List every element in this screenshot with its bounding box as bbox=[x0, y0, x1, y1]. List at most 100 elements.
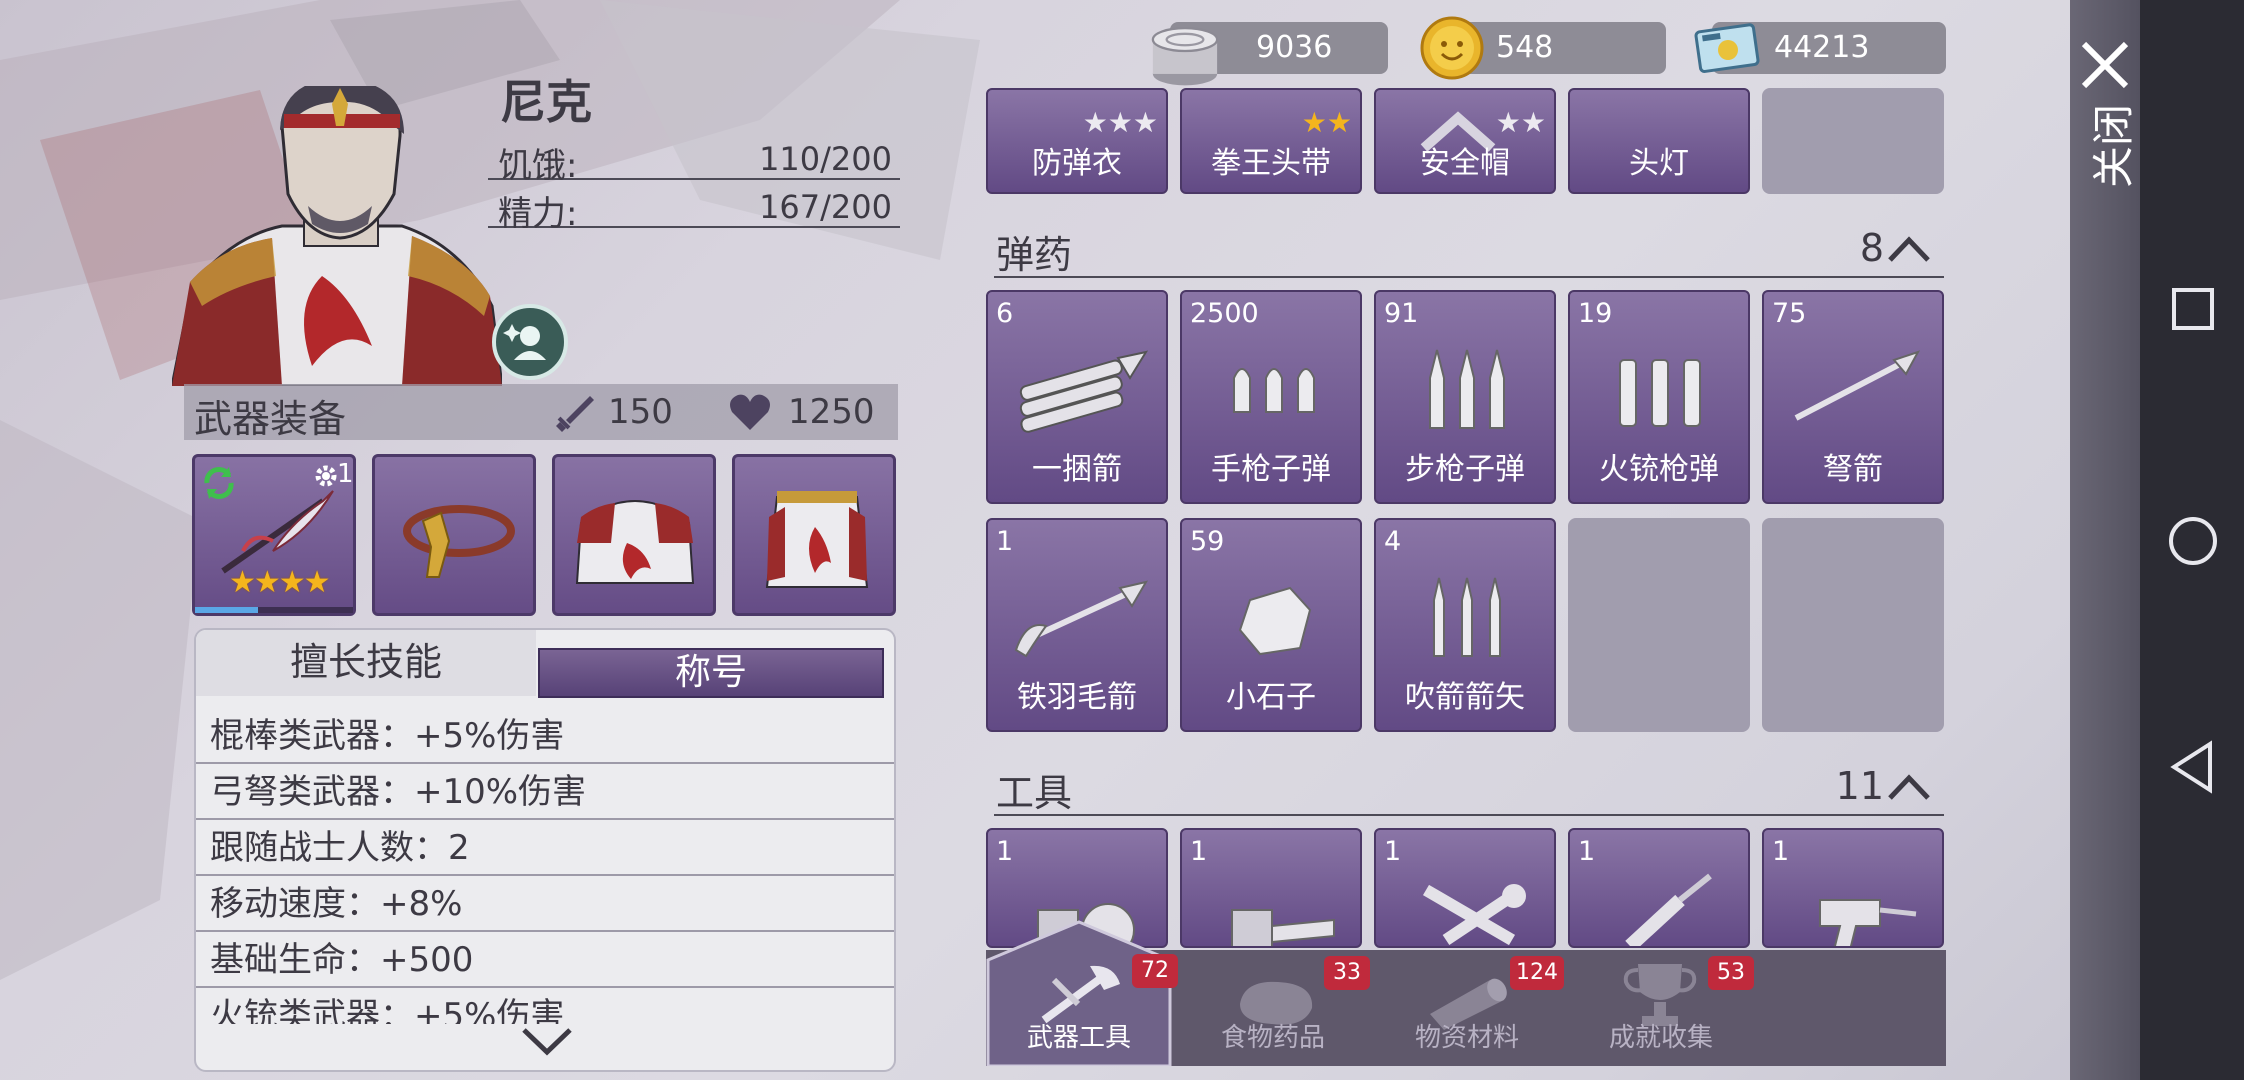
heart-icon bbox=[730, 394, 770, 430]
skill-row: 移动速度：+8% bbox=[196, 878, 894, 932]
item-stars: ★★★ bbox=[1082, 106, 1158, 139]
inventory-item[interactable]: ★★ 安全帽 bbox=[1374, 88, 1556, 194]
empty-slot bbox=[1762, 518, 1944, 732]
tab-achievements[interactable]: 53 成就收集 bbox=[1568, 920, 1754, 1066]
skill-row: 跟随战士人数：2 bbox=[196, 822, 894, 876]
inventory-item[interactable]: 1 铁羽毛箭 bbox=[986, 518, 1168, 732]
chevron-up-icon[interactable] bbox=[1886, 234, 1932, 264]
item-label: 铁羽毛箭 bbox=[1017, 680, 1137, 715]
skill-row: 弓弩类武器：+10%伤害 bbox=[196, 766, 894, 820]
tab-badge: 124 bbox=[1510, 956, 1564, 990]
item-stars: ★★ bbox=[1495, 106, 1546, 139]
weapon-stars: ★★★★ bbox=[229, 565, 331, 600]
tools-title: 工具 bbox=[996, 771, 1073, 815]
health-value: 1250 bbox=[788, 392, 875, 432]
armor-slot[interactable] bbox=[552, 454, 716, 616]
item-label: 火铳枪弹 bbox=[1599, 452, 1719, 487]
horse-amulet-slot[interactable] bbox=[372, 454, 536, 616]
chevron-down-icon[interactable] bbox=[520, 1024, 574, 1060]
close-panel[interactable]: 关闭 bbox=[2070, 0, 2140, 1080]
recent-apps-icon[interactable] bbox=[2170, 286, 2216, 332]
drill-icon bbox=[1819, 899, 1917, 946]
ticket-value: 44213 bbox=[1774, 30, 1870, 65]
inventory-item[interactable]: 75 弩箭 bbox=[1762, 290, 1944, 504]
pebble-icon bbox=[1238, 586, 1312, 656]
energy-stat: 精力: 167/200 bbox=[488, 184, 900, 234]
inventory-item[interactable]: 91 步枪子弹 bbox=[1374, 290, 1556, 504]
empty-slot bbox=[1568, 518, 1750, 732]
inventory-item[interactable]: 2500 手枪子弹 bbox=[1180, 290, 1362, 504]
item-label: 拳王头带 bbox=[1211, 146, 1331, 181]
crossbow-bolt-icon bbox=[1794, 350, 1921, 421]
skill-row: 棍棒类武器：+5%伤害 bbox=[196, 710, 894, 764]
weapon-durability-bar bbox=[195, 607, 353, 613]
skill-row: 基础生命：+500 bbox=[196, 934, 894, 988]
item-label: 一捆箭 bbox=[1032, 452, 1122, 487]
silver-value: 9036 bbox=[1256, 30, 1333, 65]
character-portrait bbox=[172, 86, 502, 386]
item-count: 6 bbox=[996, 298, 1014, 329]
attack-value: 150 bbox=[608, 392, 673, 432]
tab-skills[interactable]: 擅长技能 bbox=[196, 630, 536, 696]
inventory-item[interactable]: 19 火铳枪弹 bbox=[1568, 290, 1750, 504]
chevron-up-icon[interactable] bbox=[1886, 772, 1932, 802]
tab-label: 食物药品 bbox=[1220, 1023, 1325, 1053]
tools-section-header[interactable]: 工具 11 bbox=[994, 754, 1944, 816]
item-label: 步枪子弹 bbox=[1405, 452, 1525, 487]
item-label: 头灯 bbox=[1629, 146, 1689, 181]
musket-ball-icon bbox=[1619, 359, 1701, 427]
gold-value: 548 bbox=[1496, 30, 1554, 65]
weapon-slot[interactable]: 1 ★★★★ bbox=[192, 454, 356, 616]
item-label: 弩箭 bbox=[1823, 452, 1883, 487]
item-label: 安全帽 bbox=[1420, 146, 1510, 181]
tab-title[interactable]: 称号 bbox=[538, 648, 884, 698]
back-icon[interactable] bbox=[2168, 740, 2218, 794]
equipment-header: 武器装备 150 1250 bbox=[184, 384, 898, 441]
tab-badge: 72 bbox=[1132, 954, 1178, 988]
iron-feather-arrow-icon bbox=[1014, 580, 1149, 658]
sword-icon bbox=[556, 396, 594, 432]
inventory-item[interactable]: 头灯 bbox=[1568, 88, 1750, 194]
close-icon[interactable] bbox=[2078, 38, 2132, 92]
item-label: 防弹衣 bbox=[1032, 146, 1122, 181]
inventory-item[interactable]: 4 吹箭箭矢 bbox=[1374, 518, 1556, 732]
item-label: 小石子 bbox=[1226, 680, 1316, 715]
inventory-item[interactable]: ★★ 拳王头带 bbox=[1180, 88, 1362, 194]
rifle-bullet-icon bbox=[1429, 349, 1505, 429]
hunger-value: 110/200 bbox=[759, 140, 892, 178]
item-stars: ★★ bbox=[1301, 106, 1352, 139]
hunger-stat: 饥饿: 110/200 bbox=[488, 136, 900, 186]
home-icon[interactable] bbox=[2166, 514, 2220, 568]
pistol-bullet-icon bbox=[1233, 368, 1315, 413]
tab-label: 成就收集 bbox=[1608, 1023, 1713, 1053]
tab-label: 武器工具 bbox=[1026, 1023, 1131, 1053]
item-count: 2500 bbox=[1190, 298, 1259, 329]
blow-dart-icon bbox=[1433, 577, 1501, 657]
arrow-bundle-icon bbox=[1019, 350, 1149, 433]
skill-row: 火铳类武器：+5%伤害 bbox=[210, 996, 565, 1024]
skills-panel: 擅长技能 称号 棍棒类武器：+5%伤害 弓弩类武器：+10%伤害 跟随战士人数：… bbox=[194, 628, 896, 1072]
ammo-section-header[interactable]: 弹药 8 bbox=[994, 216, 1944, 278]
item-label: 手枪子弹 bbox=[1211, 452, 1331, 487]
silver-currency: 9036 bbox=[1151, 22, 1388, 86]
item-count: 91 bbox=[1384, 298, 1419, 329]
inventory-item[interactable]: 59 小石子 bbox=[1180, 518, 1362, 732]
tab-materials[interactable]: 124 物资材料 bbox=[1374, 920, 1564, 1066]
tab-food-medicine[interactable]: 33 食物药品 bbox=[1180, 920, 1370, 1066]
item-count: 1 bbox=[996, 836, 1014, 867]
character-name: 尼克 bbox=[500, 75, 592, 129]
empty-slot bbox=[1762, 88, 1944, 194]
silver-coin-stack-icon bbox=[1151, 26, 1219, 86]
profile-badge-icon[interactable] bbox=[490, 302, 570, 382]
lower-armor-slot[interactable] bbox=[732, 454, 896, 616]
inventory-item[interactable]: ★★★ 防弹衣 bbox=[986, 88, 1168, 194]
item-count: 1 bbox=[1384, 836, 1402, 867]
tab-badge: 53 bbox=[1708, 956, 1754, 990]
tab-weapons-tools[interactable]: 72 武器工具 bbox=[986, 920, 1178, 1066]
equipment-title: 武器装备 bbox=[194, 397, 347, 441]
inventory-item[interactable]: 1 bbox=[1762, 828, 1944, 948]
inventory-item[interactable]: 6 一捆箭 bbox=[986, 290, 1168, 504]
item-count: 1 bbox=[1190, 836, 1208, 867]
tab-badge: 33 bbox=[1324, 956, 1370, 990]
item-count: 1 bbox=[1578, 836, 1596, 867]
